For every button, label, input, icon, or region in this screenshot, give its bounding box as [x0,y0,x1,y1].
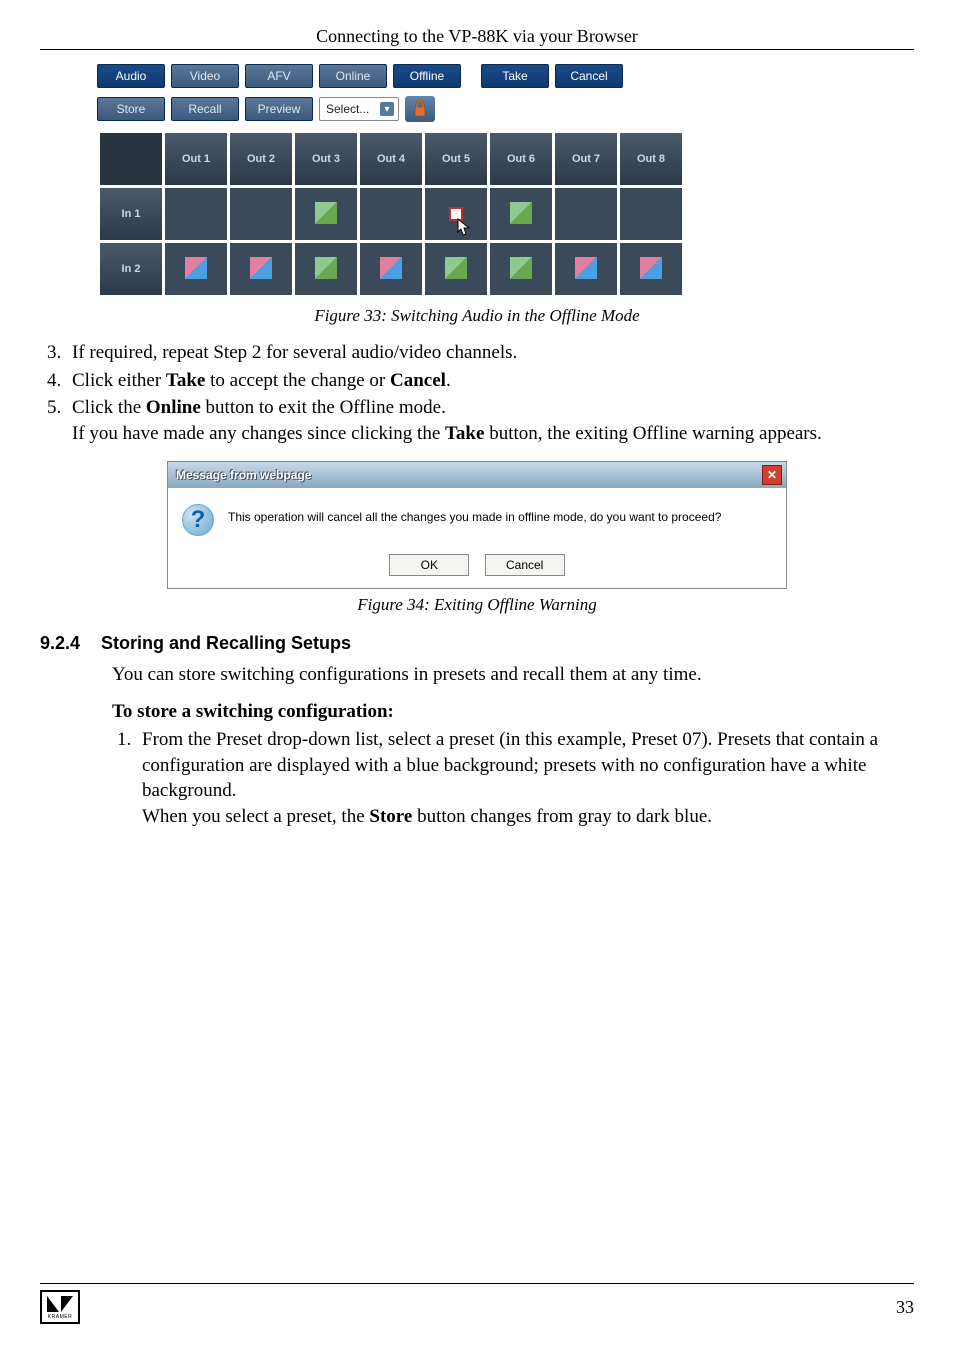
figure34-caption: Figure 34: Exiting Offline Warning [40,595,914,615]
page-number: 33 [896,1297,914,1318]
step-5: Click the Online button to exit the Offl… [66,395,914,446]
section-title: Storing and Recalling Setups [101,633,351,653]
switcher-row2: Store Recall Preview Select... ▾ [97,96,857,122]
cell-in2-out8[interactable] [620,243,682,295]
close-icon[interactable]: ✕ [762,465,782,485]
take-button[interactable]: Take [481,64,549,88]
recall-button[interactable]: Recall [171,97,239,121]
footer-rule [40,1283,914,1284]
switcher-row1: Audio Video AFV Online Offline Take Canc… [97,64,857,88]
col-out8: Out 8 [620,133,682,185]
cell-in2-out6[interactable] [490,243,552,295]
matrix-corner [100,133,162,185]
dialog-message: This operation will cancel all the chang… [228,504,721,524]
cell-in2-out3[interactable] [295,243,357,295]
preset-select-label: Select... [326,102,369,116]
cell-in2-out4[interactable] [360,243,422,295]
to-store-heading: To store a switching configuration: [112,701,914,723]
dialog-title-text: Message from webpage [176,468,311,482]
step-4: Click either Take to accept the change o… [66,368,914,394]
lock-button[interactable] [405,96,435,122]
col-out3: Out 3 [295,133,357,185]
cell-in1-out3[interactable] [295,188,357,240]
row-in2: In 2 [100,243,162,295]
col-out7: Out 7 [555,133,617,185]
dialog-cancel-button[interactable]: Cancel [485,554,565,576]
step-3: If required, repeat Step 2 for several a… [66,340,914,366]
cell-in2-out7[interactable] [555,243,617,295]
video-button[interactable]: Video [171,64,239,88]
lock-icon [412,99,428,120]
cell-in2-out5[interactable] [425,243,487,295]
cell-in1-out6[interactable] [490,188,552,240]
dialog-ok-button[interactable]: OK [389,554,469,576]
section-heading: 9.2.4 Storing and Recalling Setups [40,633,914,654]
cell-in2-out2[interactable] [230,243,292,295]
col-out6: Out 6 [490,133,552,185]
cancel-button[interactable]: Cancel [555,64,623,88]
cell-in1-out4[interactable] [360,188,422,240]
offline-exit-dialog: Message from webpage ✕ ? This operation … [167,461,787,589]
question-icon: ? [182,504,214,536]
col-out2: Out 2 [230,133,292,185]
switcher-screenshot: Audio Video AFV Online Offline Take Canc… [97,64,857,298]
col-out1: Out 1 [165,133,227,185]
cell-in1-out5[interactable] [425,188,487,240]
store-step-list: From the Preset drop-down list, select a… [136,727,914,830]
cell-in2-out1[interactable] [165,243,227,295]
cell-in1-out7[interactable] [555,188,617,240]
figure33-caption: Figure 33: Switching Audio in the Offlin… [40,306,914,326]
chevron-down-icon: ▾ [380,102,394,116]
routing-matrix: Out 1 Out 2 Out 3 Out 4 Out 5 Out 6 Out … [97,130,685,298]
store-button[interactable]: Store [97,97,165,121]
row-in1: In 1 [100,188,162,240]
offline-button[interactable]: Offline [393,64,461,88]
cell-in1-out8[interactable] [620,188,682,240]
brand-logo: KRAMER [40,1290,80,1324]
col-out5: Out 5 [425,133,487,185]
dialog-actions: OK Cancel [168,550,786,588]
section-intro: You can store switching configurations i… [112,662,914,688]
preset-select[interactable]: Select... ▾ [319,97,399,121]
afv-button[interactable]: AFV [245,64,313,88]
cursor-icon [457,218,471,236]
col-out4: Out 4 [360,133,422,185]
audio-button[interactable]: Audio [97,64,165,88]
page-header: Connecting to the VP-88K via your Browse… [40,26,914,47]
section-number: 9.2.4 [40,633,96,654]
store-step-1: From the Preset drop-down list, select a… [136,727,914,830]
dialog-titlebar: Message from webpage ✕ [168,462,786,488]
brand-name: KRAMER [48,1314,72,1320]
header-rule [40,49,914,50]
step-list: If required, repeat Step 2 for several a… [66,340,914,447]
preview-button[interactable]: Preview [245,97,313,121]
cell-in1-out1[interactable] [165,188,227,240]
online-button[interactable]: Online [319,64,387,88]
page-footer: KRAMER 33 [40,1283,914,1324]
cell-in1-out2[interactable] [230,188,292,240]
